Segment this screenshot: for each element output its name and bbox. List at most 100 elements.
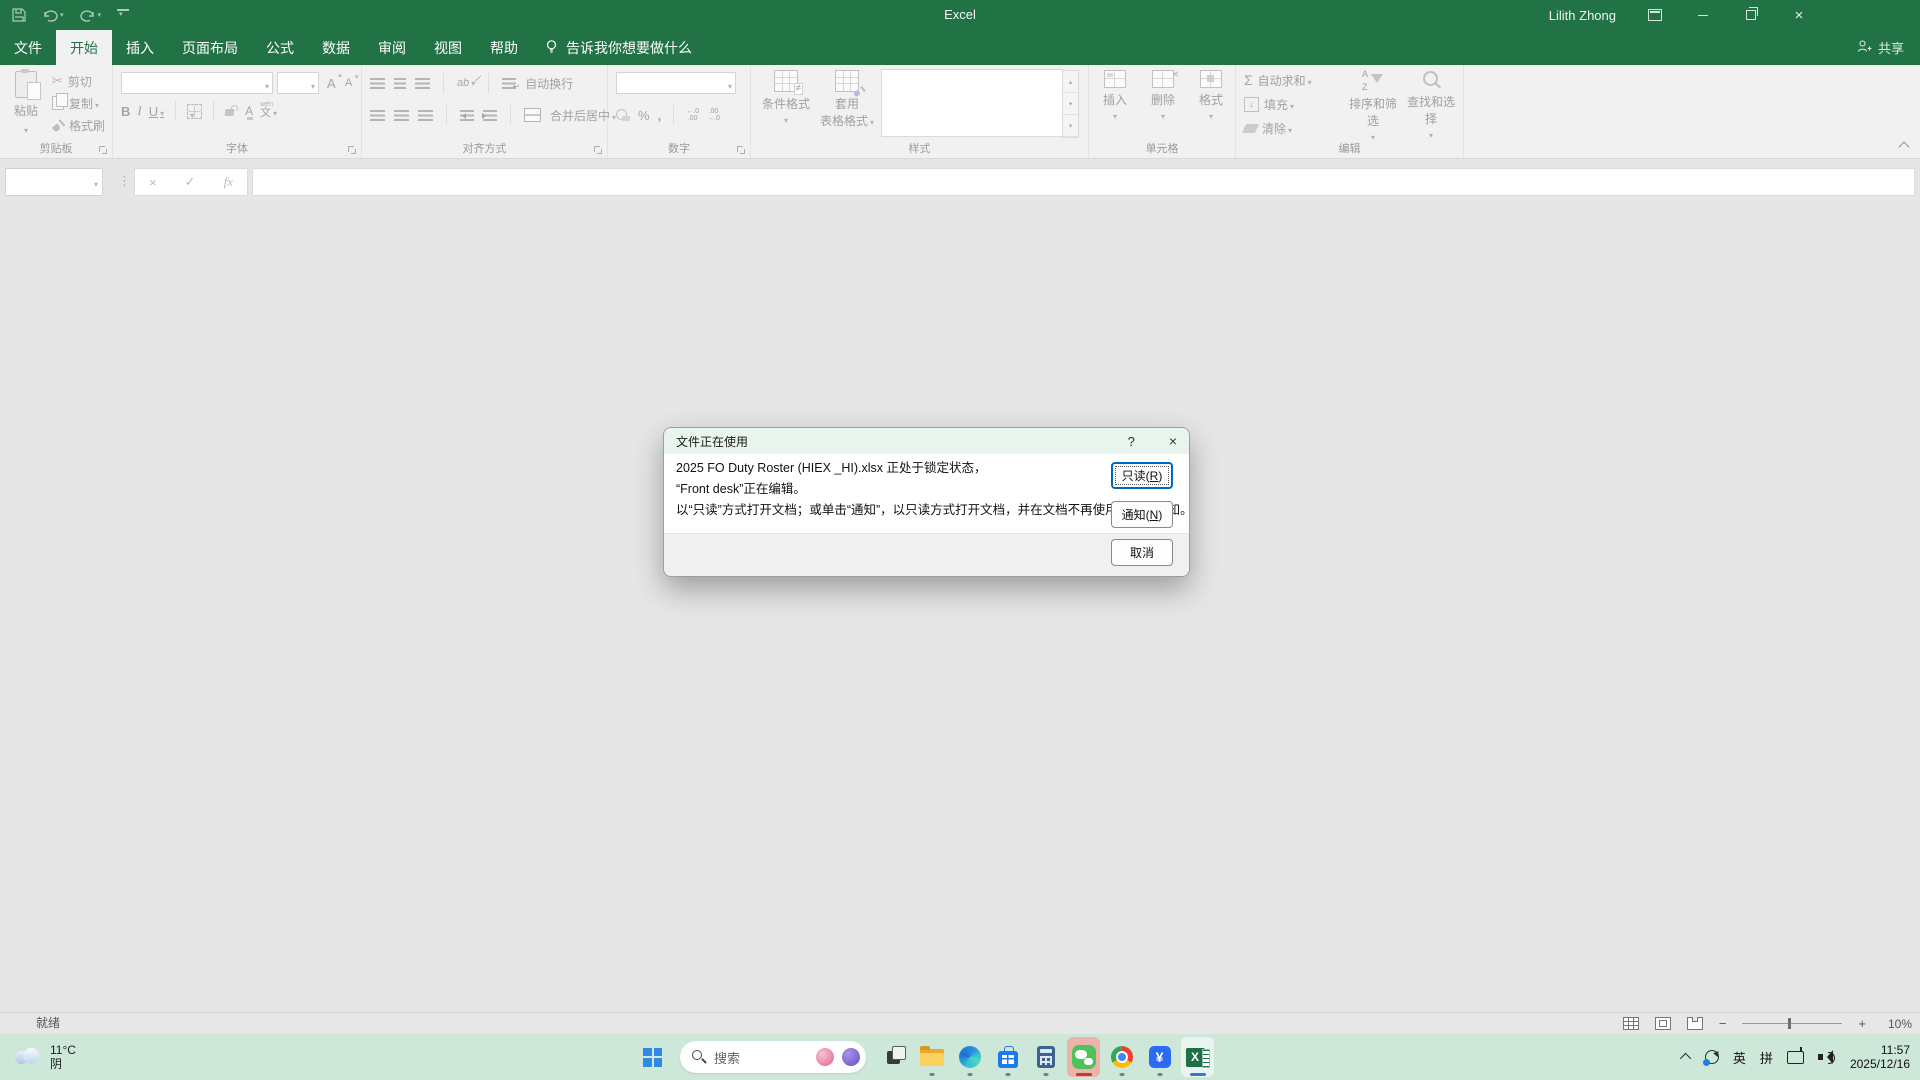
decrease-decimal-icon[interactable]: .00→.0: [707, 108, 720, 122]
number-format-dropdown-icon[interactable]: [728, 76, 732, 94]
grow-font-icon[interactable]: A: [327, 76, 336, 91]
font-color-icon[interactable]: A: [245, 106, 253, 116]
copy-button[interactable]: 复制: [52, 92, 105, 114]
percent-style-icon[interactable]: %: [638, 108, 650, 123]
increase-indent-icon[interactable]: [483, 110, 497, 121]
excel-taskbar-button[interactable]: X: [1181, 1037, 1214, 1077]
increase-decimal-icon[interactable]: ←.0.00: [686, 108, 699, 122]
dialog-close-icon[interactable]: ×: [1169, 433, 1177, 449]
gallery-down-icon[interactable]: ▾: [1063, 93, 1078, 115]
clear-button[interactable]: 清除: [1244, 116, 1312, 140]
orientation-icon[interactable]: ab: [457, 77, 475, 89]
conditional-formatting-button[interactable]: ≠ 条件格式: [759, 70, 813, 126]
ime-pinyin-indicator[interactable]: 拼: [1760, 1048, 1773, 1067]
shrink-font-icon[interactable]: A: [345, 77, 352, 89]
wrap-text-label[interactable]: 自动换行: [525, 75, 573, 92]
tab-page-layout[interactable]: 页面布局: [168, 30, 252, 65]
sync-icon[interactable]: [1705, 1050, 1719, 1064]
notify-button[interactable]: 通知(N): [1111, 501, 1173, 528]
zoom-out-button[interactable]: −: [1719, 1016, 1727, 1031]
tab-home[interactable]: 开始: [56, 30, 112, 65]
display-icon[interactable]: [1787, 1051, 1804, 1064]
underline-button[interactable]: U: [149, 104, 164, 119]
align-right-icon[interactable]: [418, 110, 433, 121]
middle-align-icon[interactable]: [394, 78, 406, 89]
cell-styles-gallery[interactable]: ▴ ▾ ▾: [881, 69, 1063, 137]
format-cells-button[interactable]: 格式: [1189, 70, 1233, 122]
paste-dropdown-icon[interactable]: [6, 120, 46, 138]
zoom-slider-thumb[interactable]: [1788, 1018, 1791, 1029]
font-size-combo[interactable]: [277, 72, 319, 94]
cancel-button[interactable]: 取消: [1111, 539, 1173, 566]
minimize-button[interactable]: [1694, 6, 1712, 24]
cut-button[interactable]: ✂ 剪切: [52, 70, 105, 92]
page-layout-view-button[interactable]: [1655, 1017, 1671, 1030]
top-align-icon[interactable]: [370, 78, 385, 89]
start-button[interactable]: [636, 1037, 669, 1077]
zoom-in-button[interactable]: +: [1858, 1016, 1866, 1031]
italic-button[interactable]: I: [137, 103, 141, 119]
file-explorer-button[interactable]: [915, 1037, 948, 1077]
find-select-button[interactable]: 查找和选择: [1402, 70, 1460, 141]
tab-insert[interactable]: 插入: [112, 30, 168, 65]
zoom-level[interactable]: 10%: [1882, 1017, 1912, 1031]
font-name-dropdown-icon[interactable]: [265, 76, 269, 94]
task-view-button[interactable]: [877, 1037, 910, 1077]
tab-review[interactable]: 审阅: [364, 30, 420, 65]
merge-center-label[interactable]: 合并后居中: [550, 107, 616, 124]
align-left-icon[interactable]: [370, 110, 385, 121]
tab-help[interactable]: 帮助: [476, 30, 532, 65]
calculator-button[interactable]: [1029, 1037, 1062, 1077]
format-as-table-button[interactable]: 套用 表格格式: [819, 70, 875, 129]
restore-button[interactable]: [1742, 6, 1760, 24]
name-box-dropdown-icon[interactable]: [94, 174, 98, 192]
clock[interactable]: 11:57 2025/12/16: [1850, 1043, 1910, 1071]
enter-entry-icon[interactable]: ✓: [185, 174, 196, 190]
normal-view-button[interactable]: [1623, 1017, 1639, 1030]
chrome-button[interactable]: [1105, 1037, 1138, 1077]
alignment-dialog-launcher-icon[interactable]: [594, 146, 603, 155]
user-name[interactable]: Lilith Zhong: [1549, 8, 1616, 23]
borders-icon[interactable]: [187, 104, 202, 119]
format-painter-button[interactable]: 格式刷: [52, 114, 105, 136]
phonetic-guide-icon[interactable]: wén文: [260, 103, 277, 119]
merge-center-icon[interactable]: [524, 108, 541, 122]
zoom-slider[interactable]: [1742, 1018, 1842, 1029]
gallery-more-icon[interactable]: ▾: [1063, 115, 1078, 137]
insert-function-icon[interactable]: fx: [224, 174, 233, 190]
fill-button[interactable]: ↓ 填充: [1244, 92, 1312, 116]
decrease-indent-icon[interactable]: [460, 110, 474, 121]
font-size-dropdown-icon[interactable]: [311, 76, 315, 94]
accounting-format-icon[interactable]: [616, 109, 630, 121]
formula-input[interactable]: [252, 168, 1915, 196]
font-dialog-launcher-icon[interactable]: [348, 146, 357, 155]
edge-button[interactable]: [953, 1037, 986, 1077]
number-format-combo[interactable]: [616, 72, 736, 94]
gallery-spin-buttons[interactable]: ▴ ▾ ▾: [1062, 70, 1079, 138]
clipboard-dialog-launcher-icon[interactable]: [99, 146, 108, 155]
font-name-combo[interactable]: [121, 72, 273, 94]
formula-bar-splitter-icon[interactable]: ⋮: [118, 173, 131, 189]
weather-widget[interactable]: 11°C 阴: [12, 1034, 76, 1080]
delete-cells-button[interactable]: 删除: [1141, 70, 1185, 122]
ribbon-display-options-icon[interactable]: [1646, 6, 1664, 24]
close-button[interactable]: ×: [1790, 6, 1808, 24]
sort-filter-button[interactable]: AZ 排序和筛选: [1344, 70, 1402, 143]
bold-button[interactable]: B: [121, 104, 130, 119]
paste-button[interactable]: 粘贴: [6, 68, 46, 140]
tab-file[interactable]: 文件: [0, 30, 56, 65]
cancel-entry-icon[interactable]: ×: [149, 175, 157, 190]
gallery-up-icon[interactable]: ▴: [1063, 71, 1078, 93]
finance-app-button[interactable]: ¥: [1143, 1037, 1176, 1077]
align-center-icon[interactable]: [394, 110, 409, 121]
fill-color-icon[interactable]: [225, 105, 238, 117]
share-button[interactable]: 共享: [1857, 30, 1904, 65]
comma-style-icon[interactable]: ,: [658, 108, 662, 123]
page-break-view-button[interactable]: [1687, 1017, 1703, 1030]
tray-expand-icon[interactable]: [1680, 1053, 1691, 1064]
worksheet-area[interactable]: [0, 204, 1920, 1012]
read-only-button[interactable]: 只读(R): [1111, 462, 1173, 489]
tab-data[interactable]: 数据: [308, 30, 364, 65]
ime-english-indicator[interactable]: 英: [1733, 1048, 1746, 1067]
store-button[interactable]: [991, 1037, 1024, 1077]
